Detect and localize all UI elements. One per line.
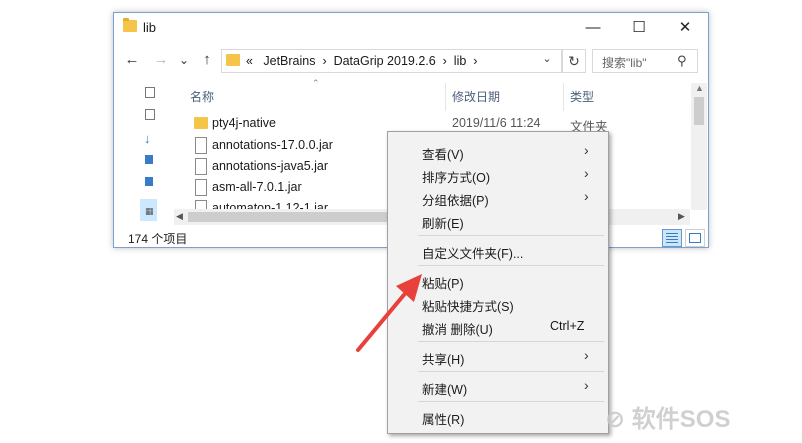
watermark: ⊘ 软件SOS <box>605 399 730 434</box>
menu-item-refresh[interactable]: 刷新(E) <box>388 210 608 232</box>
item-count: 174 个项目 <box>128 232 188 246</box>
menu-item-sort-by[interactable]: 排序方式(O) › <box>388 164 608 186</box>
nav-pane-item-icon[interactable] <box>145 87 155 98</box>
file-name: automaton-1.12-1.jar <box>212 201 329 209</box>
menu-item-shortcut: Ctrl+Z <box>550 319 585 333</box>
search-placeholder: 搜索"lib" <box>602 56 647 70</box>
download-icon[interactable]: ↓ <box>144 131 151 146</box>
horizontal-scroll-thumb[interactable] <box>188 212 402 222</box>
menu-item-label: 刷新(E) <box>422 217 464 231</box>
menu-item-label: 分组依据(P) <box>422 194 489 208</box>
breadcrumb-separator[interactable]: › <box>322 54 326 68</box>
back-button[interactable]: ← <box>122 50 142 70</box>
address-bar[interactable]: « JetBrains › DataGrip 2019.2.6 › lib › … <box>221 49 562 73</box>
chevron-right-icon: › <box>584 165 589 181</box>
file-icon <box>195 200 207 209</box>
menu-item-properties[interactable]: 属性(R) <box>388 406 608 428</box>
menu-item-view[interactable]: 查看(V) › <box>388 141 608 163</box>
breadcrumb-overflow[interactable]: « <box>246 54 253 68</box>
cloud-icon[interactable] <box>145 155 153 164</box>
menu-item-label: 自定义文件夹(F)... <box>422 247 524 261</box>
chevron-right-icon: › <box>584 347 589 363</box>
scroll-right-icon[interactable]: ▶ <box>678 211 685 222</box>
menu-item-label: 查看(V) <box>422 148 464 162</box>
breadcrumb-datagrip[interactable]: DataGrip 2019.2.6 <box>334 54 436 68</box>
search-icon: ⚲ <box>677 53 687 68</box>
menu-item-customize-folder[interactable]: 自定义文件夹(F)... <box>388 240 608 262</box>
breadcrumb-lib[interactable]: lib <box>454 54 467 68</box>
annotation-arrow-icon <box>356 274 422 352</box>
scroll-left-icon[interactable]: ◀ <box>176 211 183 222</box>
column-header-type[interactable]: 类型 <box>570 83 594 112</box>
menu-item-label: 新建(W) <box>422 383 468 397</box>
menu-item-new[interactable]: 新建(W) › <box>388 376 608 398</box>
refresh-button[interactable]: ↻ <box>562 49 586 73</box>
nav-pane-selected-item[interactable]: ▦ <box>140 199 157 221</box>
column-divider[interactable] <box>445 83 446 111</box>
column-divider[interactable] <box>563 83 564 111</box>
file-icon <box>195 158 207 175</box>
file-name: asm-all-7.0.1.jar <box>212 180 302 194</box>
file-name: annotations-java5.jar <box>212 159 329 173</box>
windows-icon: ▦ <box>145 206 154 216</box>
navigation-pane[interactable]: ↓ ▦ <box>140 79 157 224</box>
menu-item-label: 撤消 删除(U) <box>422 323 493 337</box>
vertical-scroll-thumb[interactable] <box>694 97 704 125</box>
desktop-icon[interactable] <box>145 177 153 186</box>
file-name: annotations-17.0.0.jar <box>212 138 333 152</box>
folder-icon <box>226 54 240 66</box>
navigation-bar: ← → ⌄ ↑ « JetBrains › DataGrip 2019.2.6 … <box>114 45 708 75</box>
close-button[interactable]: ✕ <box>662 13 708 43</box>
watermark-text: 软件SOS <box>631 406 731 433</box>
recent-locations-button[interactable]: ⌄ <box>174 50 194 70</box>
nav-pane-item-icon[interactable] <box>145 109 155 120</box>
scroll-up-icon[interactable]: ▲ <box>695 83 704 93</box>
file-icon <box>195 137 207 154</box>
menu-separator <box>418 401 604 402</box>
file-name: pty4j-native <box>212 116 276 130</box>
up-button[interactable]: ↑ <box>197 50 217 70</box>
menu-separator <box>418 265 604 266</box>
vertical-scrollbar[interactable]: ▲ <box>691 83 707 210</box>
menu-separator <box>418 235 604 236</box>
maximize-button[interactable]: ☐ <box>616 13 662 43</box>
folder-icon <box>123 18 137 32</box>
large-icons-view-button[interactable] <box>685 229 705 247</box>
column-header-date[interactable]: 修改日期 <box>452 83 500 112</box>
window-title: lib <box>143 20 157 35</box>
menu-separator <box>418 371 604 372</box>
file-icon <box>195 179 207 196</box>
chevron-right-icon: › <box>584 142 589 158</box>
breadcrumb: « JetBrains › DataGrip 2019.2.6 › lib › <box>246 54 477 68</box>
menu-item-group-by[interactable]: 分组依据(P) › <box>388 187 608 209</box>
chevron-right-icon: › <box>584 188 589 204</box>
folder-icon <box>194 117 208 129</box>
file-date: 2019/11/6 11:24 <box>452 116 541 130</box>
column-header-name[interactable]: 名称 <box>190 83 214 112</box>
search-input[interactable]: 搜索"lib" ⚲ <box>592 49 698 73</box>
large-icons-view-icon <box>689 233 701 243</box>
breadcrumb-jetbrains[interactable]: JetBrains <box>263 54 315 68</box>
chevron-right-icon: › <box>584 377 589 393</box>
menu-item-label: 排序方式(O) <box>422 171 491 185</box>
forward-button[interactable]: → <box>151 50 171 70</box>
details-view-icon <box>666 233 678 234</box>
refresh-icon: ↻ <box>568 53 580 69</box>
minimize-button[interactable]: — <box>570 13 616 43</box>
sort-ascending-icon: ⌃ <box>312 78 320 88</box>
title-bar[interactable]: lib — ☐ ✕ <box>114 13 708 43</box>
breadcrumb-separator[interactable]: › <box>473 54 477 68</box>
menu-item-label: 属性(R) <box>422 413 465 427</box>
details-view-button[interactable] <box>662 229 682 247</box>
menu-item-label: 粘贴快捷方式(S) <box>422 300 514 314</box>
watermark-logo-icon: ⊘ <box>605 406 626 433</box>
breadcrumb-separator[interactable]: › <box>443 54 447 68</box>
chevron-down-icon[interactable]: ⌄ <box>538 52 556 65</box>
menu-separator <box>418 341 604 342</box>
